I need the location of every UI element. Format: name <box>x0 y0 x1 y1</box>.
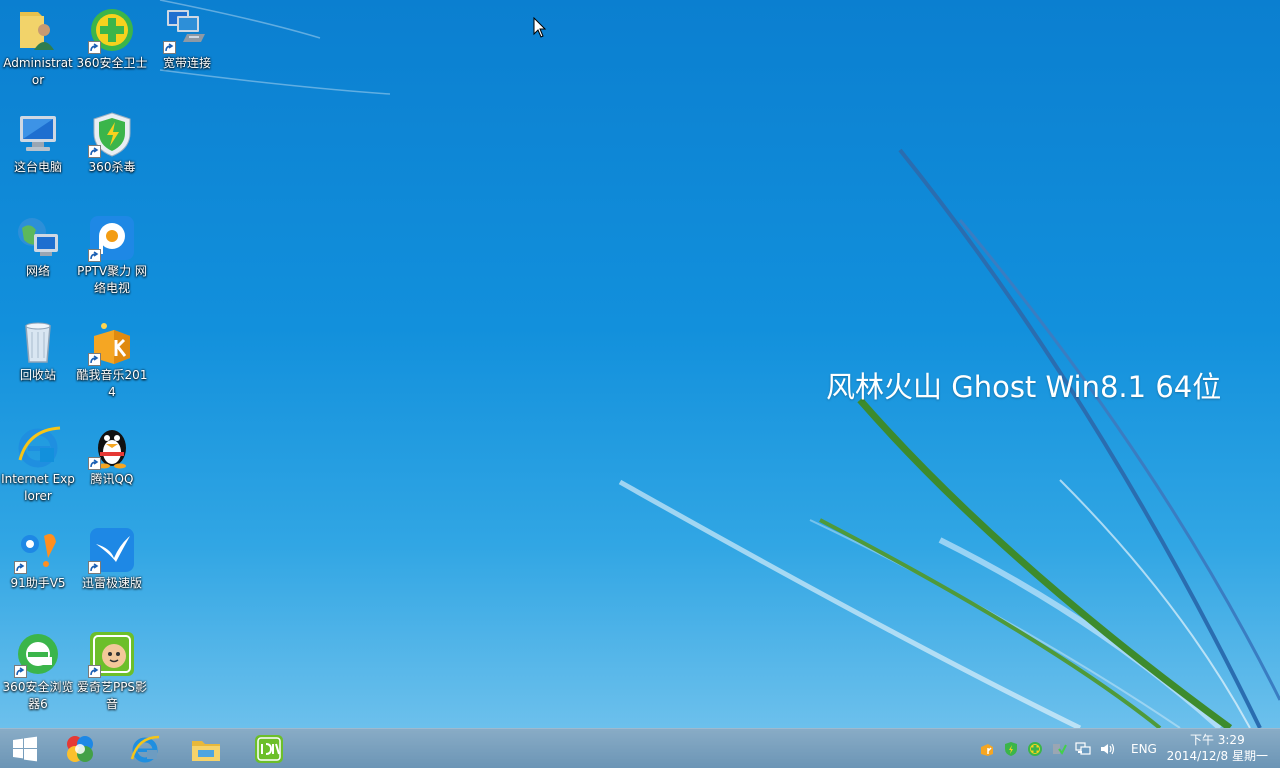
shortcut-arrow-icon <box>88 249 101 262</box>
desktop-icon-360-safeguard[interactable]: 360安全卫士 <box>74 6 150 72</box>
notification-area: ENG <box>975 729 1157 769</box>
pptv-icon <box>88 214 136 262</box>
shortcut-arrow-icon <box>88 457 101 470</box>
91-assistant-icon <box>14 526 62 574</box>
icon-label: 宽带连接 <box>162 56 211 70</box>
desktop-icon-pptv[interactable]: PPTV聚力 网络电视 <box>74 214 150 297</box>
desktop-icon-360-antivirus[interactable]: 360杀毒 <box>74 110 150 176</box>
icon-label: 回收站 <box>19 368 56 382</box>
360-antivirus-shield-icon <box>88 110 136 158</box>
network-globe-icon <box>14 214 62 262</box>
taskbar-internet-explorer[interactable] <box>115 729 175 769</box>
start-button[interactable] <box>0 729 50 769</box>
desktop-icon-network[interactable]: 网络 <box>0 214 76 280</box>
desktop-icon-360-browser[interactable]: 360安全浏览器6 <box>0 630 76 713</box>
clock-time: 下午 3:29 <box>1189 733 1245 747</box>
iqiyi-icon <box>255 735 283 763</box>
desktop-icon-recycle-bin[interactable]: 回收站 <box>0 318 76 384</box>
icon-label: 这台电脑 <box>13 160 62 174</box>
shortcut-arrow-icon <box>88 353 101 366</box>
desktop-icon-kuwo-music[interactable]: 酷我音乐2014 <box>74 318 150 401</box>
desktop-icon-broadband-connection[interactable]: 宽带连接 <box>149 6 225 72</box>
internet-explorer-icon <box>130 735 160 763</box>
shortcut-arrow-icon <box>88 145 101 158</box>
icon-label: 爱奇艺PPS影音 <box>76 680 148 711</box>
wallpaper-watermark-text: 风林火山 Ghost Win8.1 64位 <box>826 370 1222 404</box>
360-software-manager-icon <box>67 736 93 762</box>
network-tray-icon[interactable] <box>1075 741 1091 757</box>
shortcut-arrow-icon <box>14 665 27 678</box>
recycle-bin-icon <box>14 318 62 366</box>
iqiyi-pps-icon <box>88 630 136 678</box>
user-folder-icon <box>14 6 62 54</box>
security-shield-tray-icon[interactable] <box>1051 741 1067 757</box>
desktop-icon-administrator[interactable]: Administrator <box>0 6 76 89</box>
kuwo-tray-icon[interactable] <box>979 741 995 757</box>
icon-label: 迅雷极速版 <box>81 576 142 590</box>
360-antivirus-tray-icon[interactable] <box>1003 741 1019 757</box>
shortcut-arrow-icon <box>88 561 101 574</box>
taskbar-iqiyi[interactable] <box>239 729 299 769</box>
desktop-icon-qq[interactable]: 腾讯QQ <box>74 422 150 488</box>
shortcut-arrow-icon <box>88 41 101 54</box>
shortcut-arrow-icon <box>88 665 101 678</box>
desktop-icon-internet-explorer[interactable]: Internet Explorer <box>0 422 76 505</box>
desktop-icon-xunlei[interactable]: 迅雷极速版 <box>74 526 150 592</box>
icon-label: PPTV聚力 网络电视 <box>77 264 147 295</box>
icon-label: Administrator <box>3 56 73 87</box>
icon-label: 腾讯QQ <box>90 472 134 486</box>
360-browser-icon <box>14 630 62 678</box>
icon-label: 网络 <box>25 264 50 278</box>
desktop[interactable]: 风林火山 Ghost Win8.1 64位 Administrator 这台电脑… <box>0 0 1280 728</box>
internet-explorer-icon <box>14 422 62 470</box>
computer-icon <box>14 110 62 158</box>
360-safeguard-tray-icon[interactable] <box>1027 741 1043 757</box>
360-safeguard-icon <box>88 6 136 54</box>
shortcut-arrow-icon <box>14 561 27 574</box>
taskbar: ENG 下午 3:29 2014/12/8 星期一 <box>0 728 1280 768</box>
icon-label: 360安全卫士 <box>76 56 148 70</box>
clock-date: 2014/12/8 星期一 <box>1166 749 1268 763</box>
icon-label: 360安全浏览器6 <box>2 680 74 711</box>
volume-speaker-icon[interactable] <box>1099 741 1115 757</box>
input-language-indicator[interactable]: ENG <box>1131 742 1157 756</box>
desktop-icon-91-assistant[interactable]: 91助手V5 <box>0 526 76 592</box>
kuwo-music-icon <box>88 318 136 366</box>
taskbar-360-software-manager[interactable] <box>50 729 110 769</box>
windows-logo-icon <box>13 736 37 762</box>
file-explorer-icon <box>192 741 220 761</box>
mouse-pointer-icon <box>533 17 547 38</box>
qq-penguin-icon <box>88 422 136 470</box>
taskbar-file-explorer[interactable] <box>176 729 236 769</box>
xunlei-bird-icon <box>88 526 136 574</box>
icon-label: 酷我音乐2014 <box>76 368 148 399</box>
icon-label: 91助手V5 <box>10 576 66 590</box>
system-clock[interactable]: 下午 3:29 2014/12/8 星期一 <box>1167 732 1268 764</box>
icon-label: 360杀毒 <box>88 160 136 174</box>
icon-label: Internet Explorer <box>1 472 75 503</box>
broadband-connection-icon <box>163 6 211 54</box>
shortcut-arrow-icon <box>163 41 176 54</box>
desktop-icon-iqiyi-pps[interactable]: 爱奇艺PPS影音 <box>74 630 150 713</box>
desktop-icon-this-pc[interactable]: 这台电脑 <box>0 110 76 176</box>
